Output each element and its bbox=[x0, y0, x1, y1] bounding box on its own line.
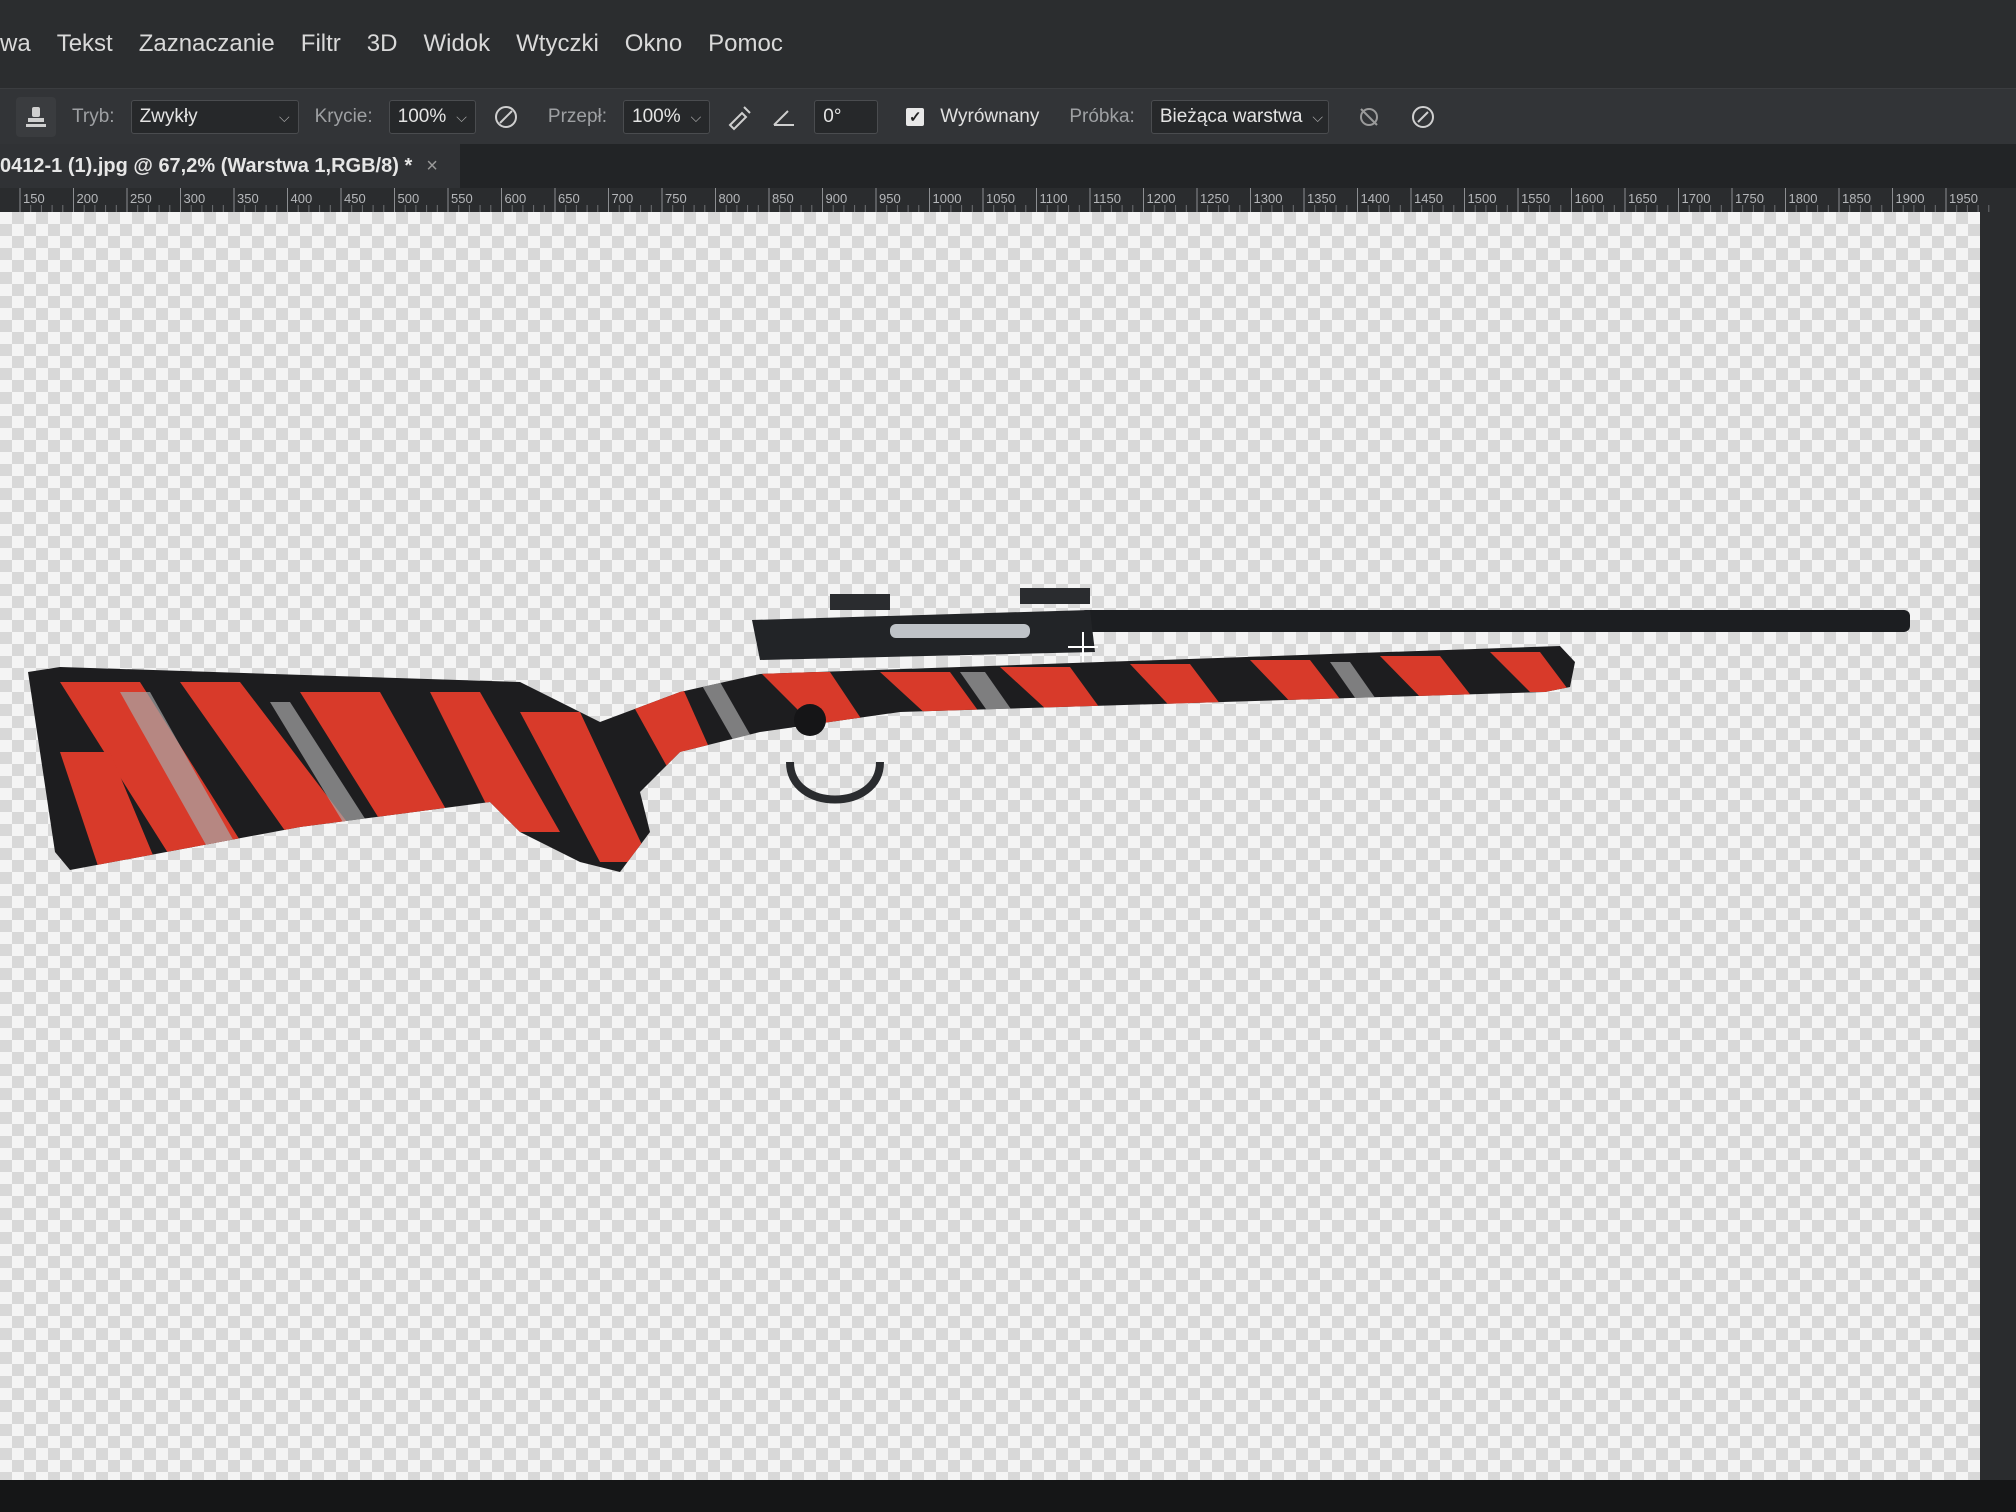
ruler-tick-label: 1500 bbox=[1468, 191, 1497, 206]
ruler-tick-label: 1200 bbox=[1147, 191, 1176, 206]
aligned-label: Wyrównany bbox=[940, 106, 1040, 127]
ruler-tick-label: 350 bbox=[237, 191, 259, 206]
rifle-image bbox=[28, 588, 1910, 872]
menu-item-view[interactable]: Widok bbox=[423, 30, 490, 58]
clone-stamp-icon[interactable] bbox=[16, 97, 56, 137]
ignore-adjustment-layers-icon[interactable] bbox=[1355, 103, 1383, 131]
ruler-tick-label: 700 bbox=[612, 191, 634, 206]
document-tab[interactable]: 0412-1 (1).jpg @ 67,2% (Warstwa 1,RGB/8)… bbox=[0, 144, 460, 188]
ruler-tick-label: 200 bbox=[77, 191, 99, 206]
ruler-tick-label: 300 bbox=[184, 191, 206, 206]
mode-select[interactable]: Zwykły ⌵ bbox=[130, 100, 299, 134]
aligned-checkbox[interactable]: ✓ bbox=[906, 108, 925, 126]
ruler-tick-label: 1300 bbox=[1254, 191, 1283, 206]
menu-item-help[interactable]: Pomoc bbox=[708, 30, 783, 58]
flow-value: 100% bbox=[632, 106, 681, 127]
airbrush-icon[interactable] bbox=[726, 103, 754, 131]
ruler-tick-label: 250 bbox=[130, 191, 152, 206]
angle-icon bbox=[773, 110, 795, 126]
ruler-tick-label: 1400 bbox=[1361, 191, 1390, 206]
ruler-tick-label: 1550 bbox=[1521, 191, 1550, 206]
ruler-tick-label: 850 bbox=[772, 191, 794, 206]
ruler-tick-label: 1450 bbox=[1414, 191, 1443, 206]
angle-input[interactable]: 0° bbox=[814, 100, 879, 134]
opacity-input[interactable]: 100% ⌵ bbox=[388, 100, 476, 134]
ruler-tick-label: 1650 bbox=[1628, 191, 1657, 206]
document-canvas[interactable] bbox=[0, 212, 1980, 1480]
menu-item-plugins[interactable]: Wtyczki bbox=[516, 30, 599, 58]
opacity-label: Krycie: bbox=[314, 106, 373, 127]
horizontal-ruler[interactable]: 150 200 250 300 350 400 450 500 550 600 650 700 750 8… bbox=[0, 188, 2016, 213]
sample-value: Bieżąca warstwa bbox=[1159, 106, 1303, 127]
close-icon[interactable]: × bbox=[426, 155, 438, 178]
angle-value: 0° bbox=[823, 106, 842, 127]
mode-value: Zwykły bbox=[139, 106, 198, 127]
document-tab-bar: 0412-1 (1).jpg @ 67,2% (Warstwa 1,RGB/8)… bbox=[0, 144, 2016, 188]
pressure-opacity-icon[interactable] bbox=[492, 103, 520, 131]
ruler-tick-label: 1950 bbox=[1949, 191, 1978, 206]
opacity-value: 100% bbox=[397, 106, 447, 127]
ruler-ticks: 150 200 250 300 350 400 450 500 550 600 650 700 750 8… bbox=[19, 188, 1990, 212]
monitor-bezel bbox=[0, 1480, 2016, 1512]
menu-item-text[interactable]: Tekst bbox=[57, 30, 113, 58]
ruler-tick-label: 1850 bbox=[1842, 191, 1871, 206]
ruler-tick-label: 1600 bbox=[1575, 191, 1604, 206]
rifle-barrel bbox=[1080, 610, 1910, 632]
ruler-tick-label: 400 bbox=[291, 191, 313, 206]
menu-item-select[interactable]: Zaznaczanie bbox=[139, 30, 275, 58]
menu-item-3d[interactable]: 3D bbox=[367, 30, 398, 58]
ruler-tick-label: 1250 bbox=[1200, 191, 1229, 206]
ruler-tick-label: 450 bbox=[344, 191, 366, 206]
pressure-size-icon[interactable] bbox=[1409, 103, 1437, 131]
rifle-bolt-knob bbox=[794, 704, 826, 736]
photoshop-window: wa Tekst Zaznaczanie Filtr 3D Widok Wtyc… bbox=[0, 0, 2016, 1512]
ruler-tick-label: 600 bbox=[505, 191, 527, 206]
ruler-tick-label: 150 bbox=[23, 191, 45, 206]
menu-item-window[interactable]: Okno bbox=[625, 30, 682, 58]
mode-label: Tryb: bbox=[72, 106, 115, 127]
document-title: 0412-1 (1).jpg @ 67,2% (Warstwa 1,RGB/8)… bbox=[0, 154, 413, 177]
ruler-tick-label: 550 bbox=[451, 191, 473, 206]
ruler-tick-label: 750 bbox=[665, 191, 687, 206]
rifle-trigger-guard bbox=[786, 761, 884, 804]
ruler-tick-label: 1050 bbox=[986, 191, 1015, 206]
pasteboard-edge bbox=[1980, 212, 2016, 1480]
chevron-down-icon[interactable]: ⌵ bbox=[691, 109, 702, 126]
chevron-down-icon: ⌵ bbox=[278, 108, 290, 125]
ruler-tick-label: 800 bbox=[719, 191, 741, 206]
chevron-down-icon[interactable]: ⌵ bbox=[456, 109, 467, 126]
sample-select[interactable]: Bieżąca warstwa ⌵ bbox=[1150, 100, 1329, 134]
chevron-down-icon: ⌵ bbox=[1312, 108, 1324, 125]
ruler-tick-label: 1150 bbox=[1093, 191, 1121, 206]
ruler-tick-label: 1350 bbox=[1307, 191, 1336, 206]
menu-bar: wa Tekst Zaznaczanie Filtr 3D Widok Wtyc… bbox=[0, 0, 2016, 88]
options-bar: Tryb: Zwykły ⌵ Krycie: 100% ⌵ Przepł: 10… bbox=[0, 88, 2016, 145]
ruler-tick-label: 1700 bbox=[1682, 191, 1711, 206]
ruler-tick-label: 900 bbox=[826, 191, 848, 206]
ruler-tick-label: 1100 bbox=[1040, 191, 1068, 206]
ruler-tick-label: 650 bbox=[558, 191, 580, 206]
menu-item-filter[interactable]: Filtr bbox=[301, 30, 341, 58]
menu-item-edit[interactable]: wa bbox=[0, 30, 31, 58]
ruler-tick-label: 1750 bbox=[1735, 191, 1764, 206]
sample-label: Próbka: bbox=[1069, 106, 1135, 127]
ruler-tick-label: 500 bbox=[398, 191, 420, 206]
ruler-tick-label: 1000 bbox=[933, 191, 962, 206]
flow-input[interactable]: 100% ⌵ bbox=[623, 100, 711, 134]
ruler-tick-label: 1900 bbox=[1896, 191, 1925, 206]
ruler-tick-label: 1800 bbox=[1789, 191, 1818, 206]
flow-label: Przepł: bbox=[547, 106, 608, 127]
ruler-tick-label: 950 bbox=[879, 191, 901, 206]
